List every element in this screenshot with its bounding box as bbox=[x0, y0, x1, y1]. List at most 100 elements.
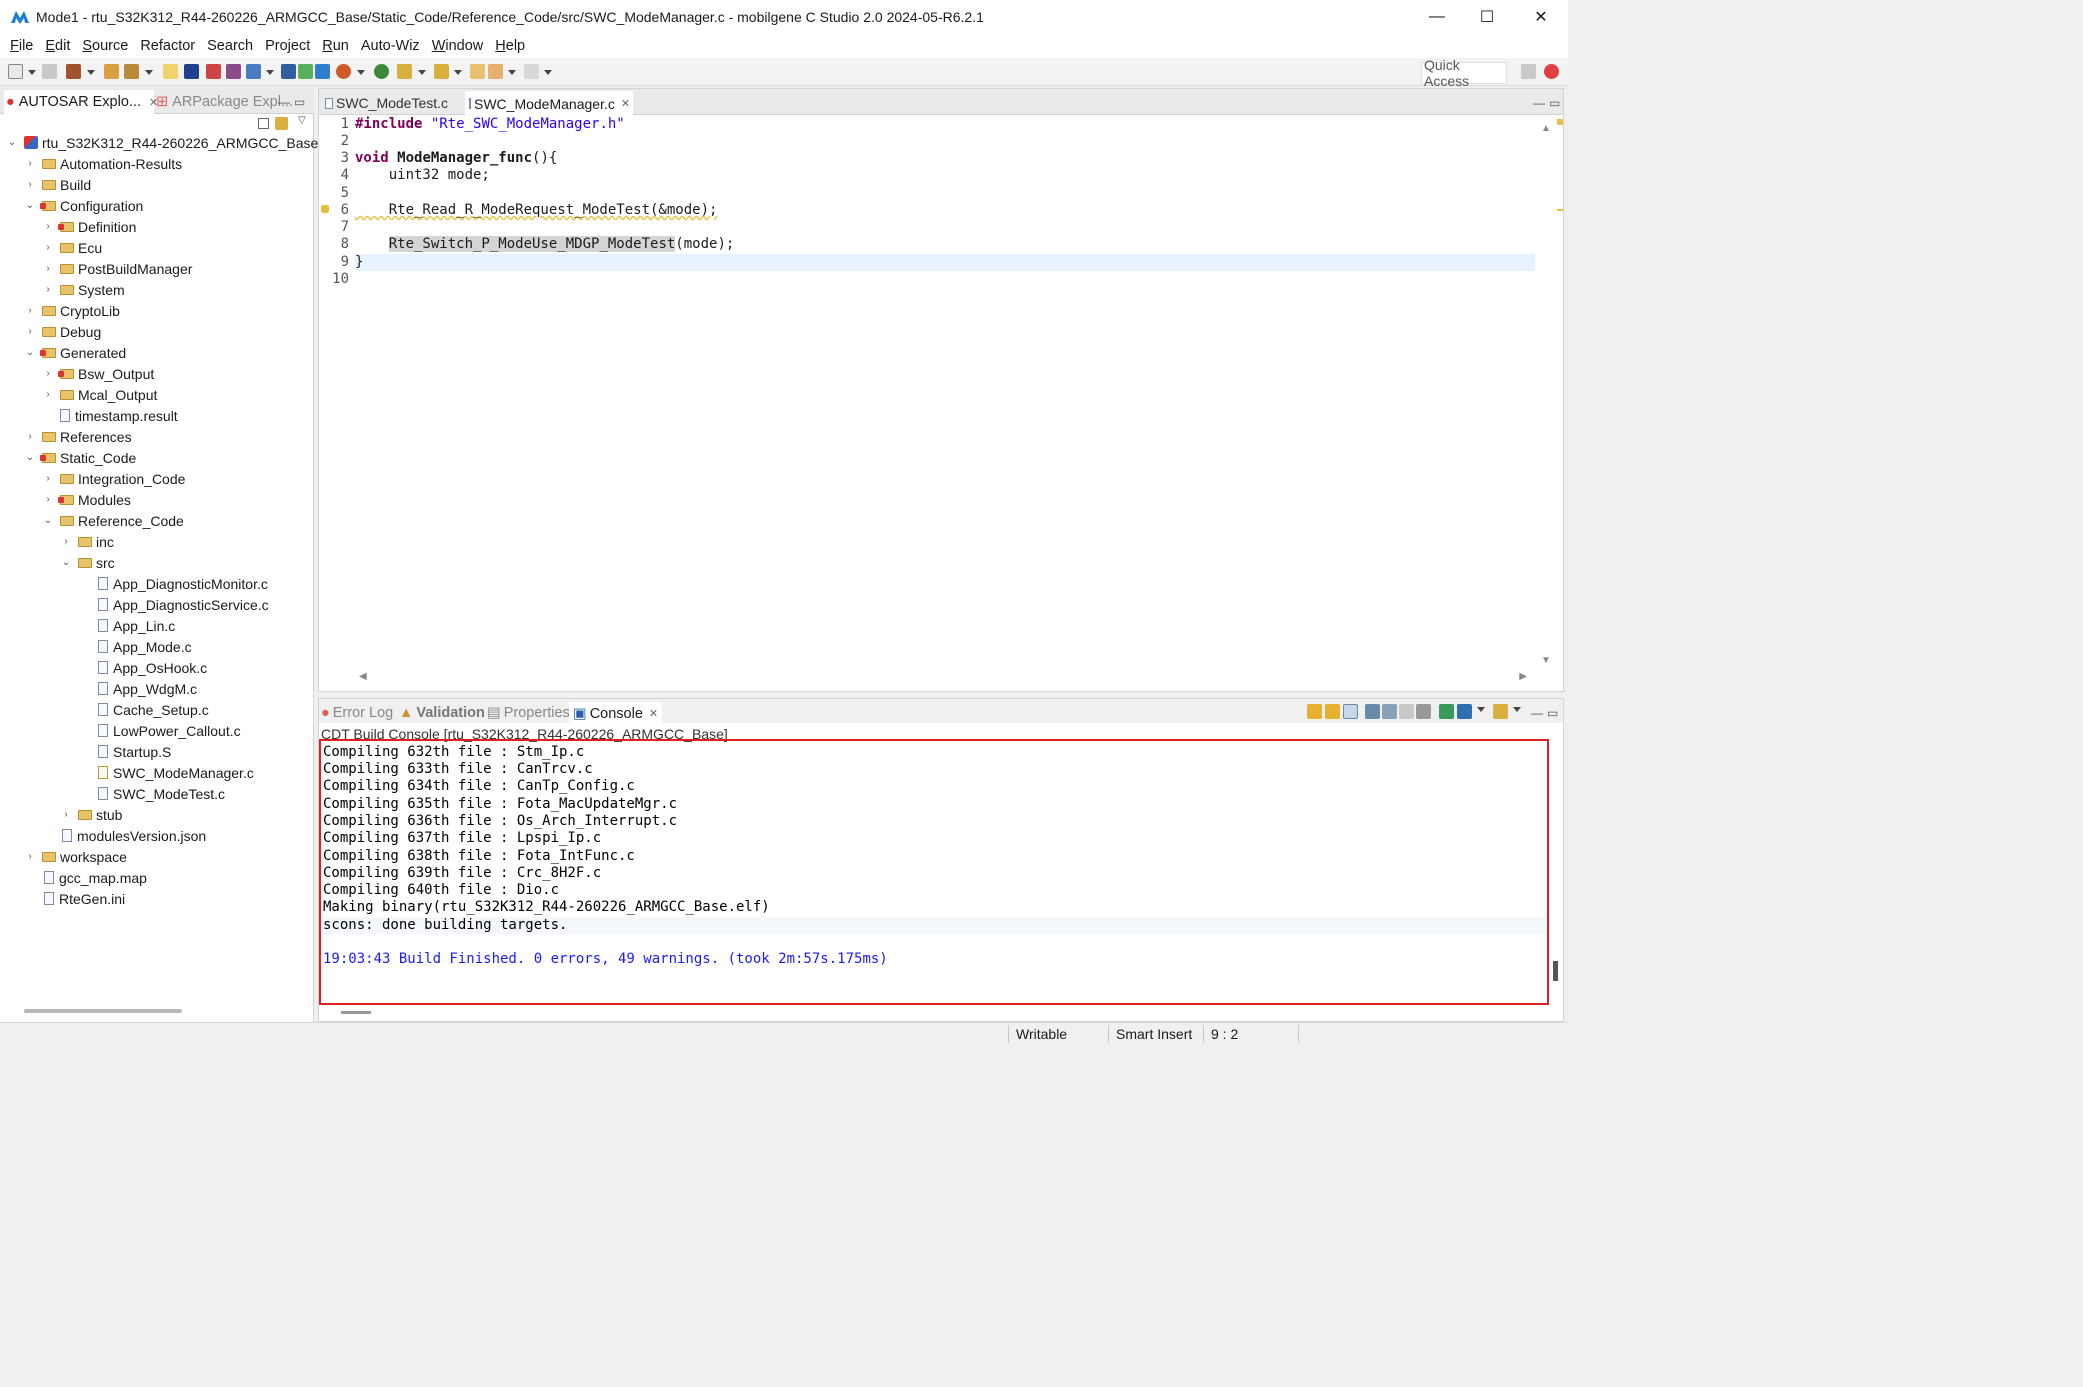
tree-item-app-lin[interactable]: App_Lin.c bbox=[98, 615, 175, 636]
code-line-1[interactable]: #include "Rte_SWC_ModeManager.h" bbox=[355, 116, 625, 133]
chevron-down-icon[interactable]: ⌄ bbox=[24, 200, 36, 211]
new-icon[interactable] bbox=[8, 64, 23, 79]
chevron-right-icon[interactable]: › bbox=[24, 326, 36, 337]
chevron-right-icon[interactable]: › bbox=[42, 284, 54, 295]
warning-marker-icon[interactable] bbox=[321, 205, 329, 213]
menu-refactor[interactable]: Refactor bbox=[134, 38, 201, 54]
link-editor-icon[interactable] bbox=[275, 117, 288, 130]
chevron-right-icon[interactable]: › bbox=[42, 263, 54, 274]
tree-item-integration-code[interactable]: › Integration_Code bbox=[42, 468, 185, 489]
tree-item-app-mode[interactable]: App_Mode.c bbox=[98, 636, 192, 657]
chevron-right-icon[interactable]: › bbox=[24, 179, 36, 190]
run-icon[interactable] bbox=[374, 64, 389, 79]
open-console-icon[interactable] bbox=[1439, 704, 1454, 719]
tree-item-app-oshook[interactable]: App_OsHook.c bbox=[98, 657, 207, 678]
display-console-dropdown-icon[interactable] bbox=[1477, 707, 1485, 712]
tree-item-app-diagnosticservice[interactable]: App_DiagnosticService.c bbox=[98, 594, 269, 615]
scroll-down-icon[interactable]: ▼ bbox=[1541, 655, 1551, 666]
tree-item-generated[interactable]: ⌄ Generated bbox=[24, 342, 126, 363]
grid-icon[interactable] bbox=[281, 64, 296, 79]
overview-warning-marker[interactable] bbox=[1557, 209, 1563, 211]
minimize-button[interactable]: — bbox=[1410, 0, 1464, 34]
code-line-4[interactable]: uint32 mode; bbox=[355, 167, 490, 184]
chevron-right-icon[interactable]: › bbox=[24, 851, 36, 862]
tree-item-gcc-map[interactable]: gcc_map.map bbox=[44, 867, 147, 888]
console-vertical-scrollbar[interactable] bbox=[1553, 961, 1558, 981]
tree-item-workspace[interactable]: › workspace bbox=[24, 846, 127, 867]
scroll-right-icon[interactable]: ▶ bbox=[1519, 671, 1527, 682]
code-line-6[interactable]: Rte_Read_R_ModeRequest_ModeTest(&mode); bbox=[355, 202, 718, 219]
chevron-down-icon[interactable]: ⌄ bbox=[6, 137, 18, 148]
tree-item-mcal-output[interactable]: › Mcal_Output bbox=[42, 384, 157, 405]
console-output[interactable]: Compiling 632th file : Stm_Ip.c Compilin… bbox=[319, 739, 1549, 1005]
tree-item-reference-code[interactable]: ⌄ Reference_Code bbox=[42, 510, 184, 531]
new-console-dropdown-icon[interactable] bbox=[1513, 707, 1521, 712]
menu-auto-wiz[interactable]: Auto-Wiz bbox=[355, 38, 426, 54]
tree-item-inc[interactable]: › inc bbox=[60, 531, 114, 552]
collapse-all-icon[interactable] bbox=[258, 118, 269, 129]
chevron-right-icon[interactable]: › bbox=[60, 809, 72, 820]
edit-pencil-icon[interactable] bbox=[163, 64, 178, 79]
tree-item-automation-results[interactable]: › Automation-Results bbox=[24, 153, 182, 174]
dependency-icon[interactable] bbox=[315, 64, 330, 79]
console-horizontal-scrollbar[interactable] bbox=[341, 1011, 371, 1014]
tree-item-swc-modetest[interactable]: SWC_ModeTest.c bbox=[98, 783, 225, 804]
close-button[interactable]: ✕ bbox=[1514, 0, 1568, 34]
copy-icon[interactable] bbox=[1416, 704, 1431, 719]
code-line-9[interactable]: } bbox=[355, 254, 363, 271]
overview-warning-icon[interactable] bbox=[1557, 119, 1563, 125]
tree-item-lowpower-callout[interactable]: LowPower_Callout.c bbox=[98, 720, 241, 741]
tree-item-modulesversion-json[interactable]: modulesVersion.json bbox=[62, 825, 206, 846]
tab-console[interactable]: ▣ Console ✕ bbox=[569, 702, 663, 725]
clear-console-icon[interactable] bbox=[1365, 704, 1380, 719]
forward-dropdown-icon[interactable] bbox=[544, 70, 552, 75]
tree-item-definition[interactable]: › Definition bbox=[42, 216, 136, 237]
chevron-down-icon[interactable]: ⌄ bbox=[24, 347, 36, 358]
chevron-right-icon[interactable]: › bbox=[42, 242, 54, 253]
maximize-console-icon[interactable]: ▭ bbox=[1547, 702, 1558, 724]
save-icon[interactable] bbox=[42, 64, 57, 79]
scroll-left-icon[interactable]: ◀ bbox=[359, 671, 367, 682]
tree-item-swc-modemanager[interactable]: SWC_ModeManager.c bbox=[98, 762, 254, 783]
menu-edit[interactable]: Edit bbox=[39, 38, 76, 54]
tree-item-app-wdgm[interactable]: App_WdgM.c bbox=[98, 678, 197, 699]
menu-file[interactable]: File bbox=[4, 38, 39, 54]
next-annotation-icon[interactable] bbox=[397, 64, 412, 79]
menu-window[interactable]: Window bbox=[426, 38, 490, 54]
prev-annotation-dropdown-icon[interactable] bbox=[454, 70, 462, 75]
layout-icon[interactable] bbox=[298, 64, 313, 79]
code-line-8[interactable]: Rte_Switch_P_ModeUse_MDGP_ModeTest(mode)… bbox=[355, 236, 734, 253]
open-perspective-icon[interactable] bbox=[1521, 64, 1536, 79]
tree-item-cryptolib[interactable]: › CryptoLib bbox=[24, 300, 120, 321]
chart-dropdown-icon[interactable] bbox=[266, 70, 274, 75]
chevron-right-icon[interactable]: › bbox=[42, 389, 54, 400]
tab-properties[interactable]: ▤ Properties bbox=[487, 702, 570, 724]
close-tab-icon[interactable]: ✕ bbox=[621, 97, 630, 110]
forward-icon[interactable] bbox=[524, 64, 539, 79]
tree-item-project[interactable]: ⌄ rtu_S32K312_R44-260226_ARMGCC_Base bbox=[6, 132, 318, 153]
menu-project[interactable]: Project bbox=[259, 38, 316, 54]
pin-console-icon[interactable] bbox=[1399, 704, 1414, 719]
new-dropdown-icon[interactable] bbox=[28, 70, 36, 75]
view-menu-icon[interactable]: ▽ bbox=[298, 115, 306, 126]
chevron-right-icon[interactable]: › bbox=[42, 473, 54, 484]
menu-help[interactable]: Help bbox=[489, 38, 531, 54]
back-icon[interactable] bbox=[488, 64, 503, 79]
chevron-right-icon[interactable]: › bbox=[42, 221, 54, 232]
tab-swc-modemanager[interactable]: SWC_ModeManager.c ✕ bbox=[465, 91, 633, 116]
tab-error-log[interactable]: ● Error Log bbox=[321, 702, 393, 724]
tree-item-rtegen-ini[interactable]: RteGen.ini bbox=[44, 888, 125, 909]
code-line-3[interactable]: void ModeManager_func(){ bbox=[355, 150, 557, 167]
tree-item-src[interactable]: ⌄ src bbox=[60, 552, 115, 573]
minimize-view-icon[interactable]: — bbox=[278, 90, 290, 114]
tree-item-debug[interactable]: › Debug bbox=[24, 321, 101, 342]
report-dropdown-icon[interactable] bbox=[357, 70, 365, 75]
tree-item-configuration[interactable]: ⌄ Configuration bbox=[24, 195, 143, 216]
chevron-down-icon[interactable]: ⌄ bbox=[24, 452, 36, 463]
chevron-right-icon[interactable]: › bbox=[42, 494, 54, 505]
chart-icon[interactable] bbox=[246, 64, 261, 79]
scroll-up-icon[interactable]: ▲ bbox=[1541, 123, 1551, 134]
build-hammer-icon[interactable] bbox=[66, 64, 81, 79]
editor-horizontal-scrollbar[interactable]: ◀ ▶ bbox=[359, 671, 1527, 685]
tree-item-static-code[interactable]: ⌄ Static_Code bbox=[24, 447, 136, 468]
